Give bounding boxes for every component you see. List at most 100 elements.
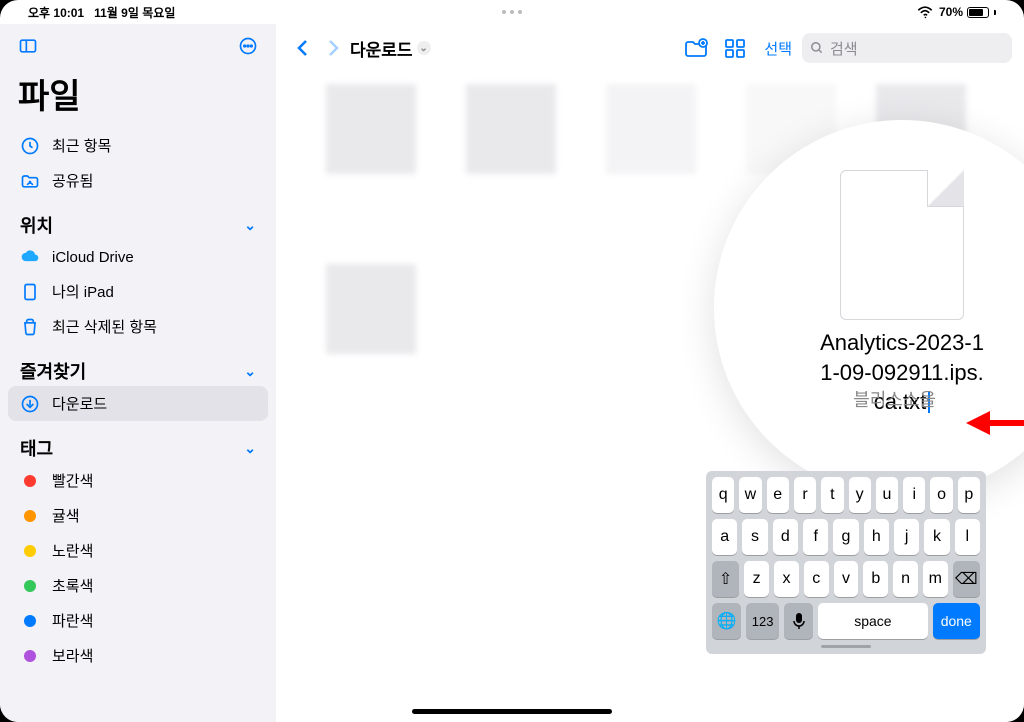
sidebar-item-label: 빨간색 xyxy=(52,470,93,491)
content-area: 다운로드 ⌄ 선택 검색 xyxy=(276,24,1024,722)
sidebar-item-label: 보라색 xyxy=(52,645,93,666)
key-b[interactable]: b xyxy=(863,561,888,597)
forward-button[interactable] xyxy=(318,34,348,62)
watermark: 블리스소울 xyxy=(853,386,936,412)
section-tags[interactable]: 태그 ⌄ xyxy=(8,421,268,463)
multitask-dots[interactable] xyxy=(502,10,522,14)
floating-keyboard[interactable]: qwertyuiop asdfghjkl ⇧zxcvbnm⌫ 🌐 123 spa… xyxy=(706,471,986,654)
key-done[interactable]: done xyxy=(933,603,980,639)
breadcrumb-label: 다운로드 xyxy=(350,36,413,61)
chevron-down-icon: ⌄ xyxy=(244,363,256,380)
section-favorites[interactable]: 즐겨찾기 ⌄ xyxy=(8,344,268,386)
toolbar: 다운로드 ⌄ 선택 검색 xyxy=(276,24,1024,72)
tag-dot-icon xyxy=(20,615,40,627)
view-mode-button[interactable] xyxy=(716,34,754,62)
sidebar-item-label: 귤색 xyxy=(52,505,80,526)
sidebar-tag-item[interactable]: 보라색 xyxy=(8,638,268,673)
chevron-down-icon: ⌄ xyxy=(417,41,431,55)
tag-dot-icon xyxy=(20,510,40,522)
key-r[interactable]: r xyxy=(794,477,816,513)
search-input[interactable]: 검색 xyxy=(802,33,1012,63)
clock-icon xyxy=(20,136,40,156)
sidebar-tag-item[interactable]: 귤색 xyxy=(8,498,268,533)
sidebar-item-shared[interactable]: 공유됨 xyxy=(8,163,268,198)
sidebar-item-recents[interactable]: 최근 항목 xyxy=(8,128,268,163)
key-o[interactable]: o xyxy=(930,477,952,513)
tag-dot-icon xyxy=(20,650,40,662)
key-k[interactable]: k xyxy=(924,519,949,555)
section-label: 태그 xyxy=(20,435,53,461)
key-v[interactable]: v xyxy=(834,561,859,597)
search-icon xyxy=(810,41,824,55)
key-j[interactable]: j xyxy=(894,519,919,555)
more-icon[interactable] xyxy=(238,36,258,61)
key-d[interactable]: d xyxy=(773,519,798,555)
sidebar-tag-item[interactable]: 파란색 xyxy=(8,603,268,638)
key-globe[interactable]: 🌐 xyxy=(712,603,741,639)
sidebar: 파일 최근 항목 공유됨 위치 ⌄ iClo xyxy=(0,24,276,722)
key-t[interactable]: t xyxy=(821,477,843,513)
keyboard-drag-handle[interactable] xyxy=(821,645,871,648)
key-w[interactable]: w xyxy=(739,477,761,513)
sidebar-tag-item[interactable]: 노란색 xyxy=(8,533,268,568)
app-title: 파일 xyxy=(8,67,268,128)
sidebar-item-label: 노란색 xyxy=(52,540,93,561)
status-time: 오후 10:01 xyxy=(28,6,84,20)
key-numbers[interactable]: 123 xyxy=(746,603,779,639)
key-z[interactable]: z xyxy=(744,561,769,597)
key-l[interactable]: l xyxy=(955,519,980,555)
key-y[interactable]: y xyxy=(849,477,871,513)
sidebar-item-label: iCloud Drive xyxy=(52,249,134,266)
download-icon xyxy=(20,394,40,414)
ipad-icon xyxy=(20,282,40,302)
back-button[interactable] xyxy=(288,34,318,62)
sidebar-item-icloud[interactable]: iCloud Drive xyxy=(8,240,268,274)
file-item[interactable] xyxy=(466,84,556,174)
sidebar-item-label: 다운로드 xyxy=(52,393,107,414)
file-icon xyxy=(840,170,964,320)
search-placeholder: 검색 xyxy=(830,38,858,59)
sidebar-tag-item[interactable]: 초록색 xyxy=(8,568,268,603)
panel-toggle-icon[interactable] xyxy=(18,36,38,61)
key-shift[interactable]: ⇧ xyxy=(712,561,739,597)
key-a[interactable]: a xyxy=(712,519,737,555)
key-backspace[interactable]: ⌫ xyxy=(953,561,980,597)
folder-shared-icon xyxy=(20,171,40,191)
key-n[interactable]: n xyxy=(893,561,918,597)
key-s[interactable]: s xyxy=(742,519,767,555)
section-label: 위치 xyxy=(20,212,53,238)
section-locations[interactable]: 위치 ⌄ xyxy=(8,198,268,240)
rename-popup: Analytics-2023-1 1-09-092911.ips. ca.txt xyxy=(714,120,1024,496)
battery-icon xyxy=(967,7,989,18)
sidebar-tag-item[interactable]: 빨간색 xyxy=(8,463,268,498)
file-item[interactable] xyxy=(326,84,416,174)
key-p[interactable]: p xyxy=(958,477,980,513)
key-g[interactable]: g xyxy=(833,519,858,555)
chevron-down-icon: ⌄ xyxy=(244,440,256,457)
cloud-icon xyxy=(20,247,40,267)
key-e[interactable]: e xyxy=(767,477,789,513)
key-space[interactable]: space xyxy=(818,603,927,639)
key-f[interactable]: f xyxy=(803,519,828,555)
file-item[interactable] xyxy=(326,264,416,354)
wifi-icon xyxy=(915,2,935,22)
tag-dot-icon xyxy=(20,580,40,592)
sidebar-item-downloads[interactable]: 다운로드 xyxy=(8,386,268,421)
file-item[interactable] xyxy=(606,84,696,174)
key-u[interactable]: u xyxy=(876,477,898,513)
key-i[interactable]: i xyxy=(903,477,925,513)
home-indicator[interactable] xyxy=(412,709,612,714)
key-x[interactable]: x xyxy=(774,561,799,597)
new-folder-button[interactable] xyxy=(676,34,716,62)
key-q[interactable]: q xyxy=(712,477,734,513)
key-c[interactable]: c xyxy=(804,561,829,597)
key-mic[interactable] xyxy=(784,603,813,639)
key-m[interactable]: m xyxy=(923,561,948,597)
sidebar-item-trash[interactable]: 최근 삭제된 항목 xyxy=(8,309,268,344)
key-h[interactable]: h xyxy=(864,519,889,555)
select-button[interactable]: 선택 xyxy=(754,38,802,59)
sidebar-item-label: 나의 iPad xyxy=(52,281,114,302)
status-date: 11월 9일 목요일 xyxy=(94,6,175,20)
breadcrumb[interactable]: 다운로드 ⌄ xyxy=(348,36,431,61)
sidebar-item-ipad[interactable]: 나의 iPad xyxy=(8,274,268,309)
